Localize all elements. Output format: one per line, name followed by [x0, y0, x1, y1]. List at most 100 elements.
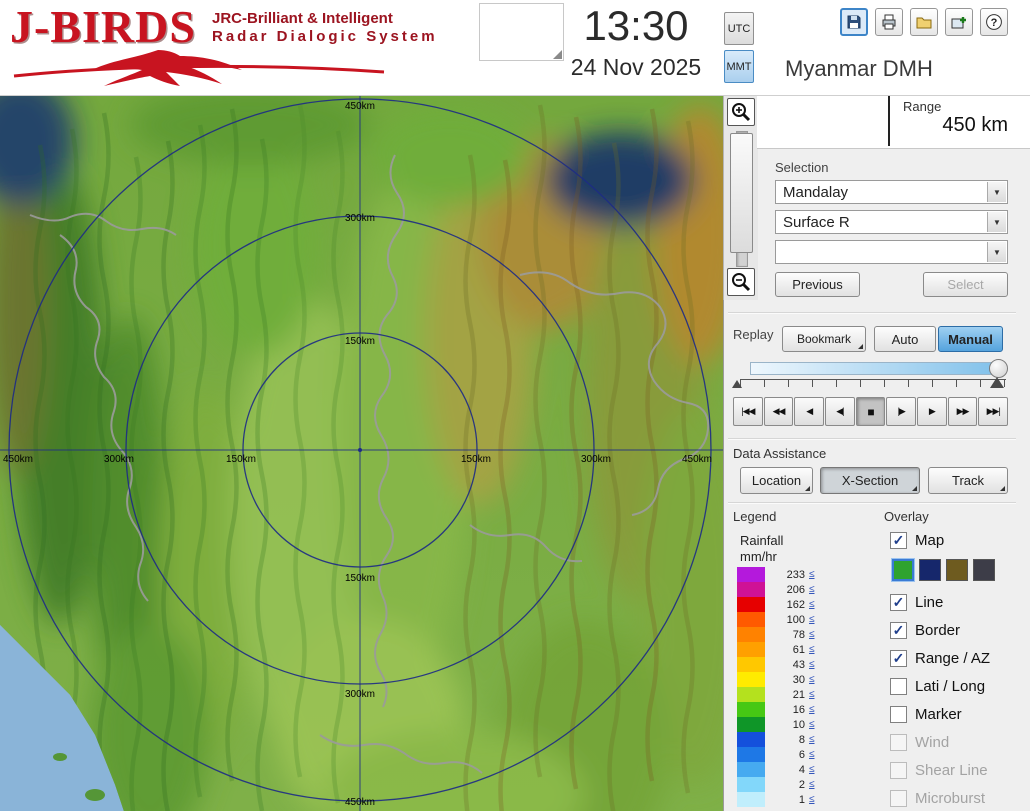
- map-style-swatches: [892, 559, 1030, 583]
- legend-color-swatch: [737, 627, 765, 642]
- legend-value: 10: [792, 718, 805, 731]
- legend-operator: ≤: [809, 614, 815, 625]
- map-style-swatch-3[interactable]: [973, 559, 995, 581]
- checkbox[interactable]: [890, 677, 907, 695]
- replay-timeline-ruler: [740, 379, 1006, 387]
- overlay-item-range-az[interactable]: ✓ Range / AZ: [890, 649, 1030, 667]
- check-icon: ✓: [892, 594, 905, 610]
- map-style-swatch-1[interactable]: [919, 559, 941, 581]
- save-button[interactable]: [840, 8, 868, 36]
- overlay-item-shear-line[interactable]: Shear Line: [890, 761, 1030, 779]
- replay-label: Replay: [733, 327, 774, 342]
- legend-operator: ≤: [809, 719, 815, 730]
- legend-value: 1: [798, 793, 805, 806]
- timezone-mmt-button[interactable]: MMT: [724, 50, 754, 83]
- zoom-in-button[interactable]: [727, 98, 755, 126]
- legend-color-swatch: [737, 642, 765, 657]
- timeline-position-marker[interactable]: [990, 377, 1004, 388]
- island: [53, 753, 67, 761]
- site-dropdown[interactable]: Mandalay ▼: [775, 180, 1008, 204]
- playback-skip-to-end-button[interactable]: ▶▶|: [978, 397, 1009, 426]
- map-distance-label: 450km: [345, 797, 375, 808]
- replay-timeline-thumb[interactable]: [989, 359, 1008, 378]
- playback-controls: |◀◀ ◀◀ ◀ ◀| ■ |▶ ▶ ▶▶ ▶▶|: [733, 397, 1009, 426]
- option-dropdown[interactable]: ▼: [775, 240, 1008, 264]
- zoom-out-button[interactable]: [727, 268, 755, 296]
- overlay-item-label: Line: [915, 593, 944, 611]
- map-style-swatch-0[interactable]: [892, 559, 914, 581]
- legend-operator: ≤: [809, 734, 815, 745]
- overlay-item-map[interactable]: ✓ Map: [890, 531, 1030, 549]
- overlay-item-label: Map: [915, 531, 945, 549]
- map-style-swatch-2[interactable]: [946, 559, 968, 581]
- legend-color-swatch: [737, 597, 765, 612]
- playback-fast-forward-button[interactable]: ▶▶: [947, 397, 978, 426]
- overlay-item-label: Shear Line: [915, 761, 988, 779]
- location-button[interactable]: Location: [740, 467, 813, 494]
- overlay-item-line[interactable]: ✓ Line: [890, 593, 1030, 611]
- checkbox[interactable]: ✓: [890, 649, 907, 667]
- checkbox[interactable]: [890, 761, 907, 779]
- playback-play-reverse-button[interactable]: ◀: [794, 397, 825, 426]
- save-icon: [847, 15, 861, 29]
- chevron-down-icon[interactable]: ▼: [987, 212, 1006, 232]
- playback-step-back-button[interactable]: ◀|: [825, 397, 855, 426]
- open-folder-icon: [916, 17, 932, 29]
- help-button[interactable]: ?: [980, 8, 1008, 36]
- legend-operator: ≤: [809, 779, 815, 790]
- overlay-item-border[interactable]: ✓ Border: [890, 621, 1030, 639]
- eagle-logo-icon: [13, 50, 385, 86]
- legend-value: 206: [786, 583, 805, 596]
- overlay-item-lati-long[interactable]: Lati / Long: [890, 677, 1030, 695]
- legend-color-swatch: [737, 567, 765, 582]
- legend-entry: 1 ≤: [737, 792, 847, 807]
- playback-skip-to-start-button[interactable]: |◀◀: [733, 397, 763, 426]
- print-button[interactable]: [875, 8, 903, 36]
- auto-button[interactable]: Auto: [874, 326, 936, 352]
- checkbox[interactable]: ✓: [890, 593, 907, 611]
- playback-stop-button[interactable]: ■: [855, 397, 886, 426]
- checkbox[interactable]: [890, 789, 907, 807]
- legend-value: 100: [786, 613, 805, 626]
- playback-step-forward-button[interactable]: |▶: [886, 397, 917, 426]
- step-forward-icon: |▶: [897, 406, 906, 416]
- product-dropdown[interactable]: Surface R ▼: [775, 210, 1008, 234]
- overlay-item-label: Lati / Long: [915, 677, 986, 695]
- overlay-item-microburst[interactable]: Microburst: [890, 789, 1030, 807]
- checkbox[interactable]: ✓: [890, 531, 907, 549]
- legend-color-swatch: [737, 717, 765, 732]
- legend-color-swatch: [737, 792, 765, 807]
- legend-entry: 2 ≤: [737, 777, 847, 792]
- radar-map[interactable]: 450km 300km 150km 150km 300km 450km 450km 300km…: [0, 75, 750, 811]
- timezone-utc-button[interactable]: UTC: [724, 12, 754, 45]
- export-button[interactable]: [945, 8, 973, 36]
- select-button[interactable]: Select: [923, 272, 1008, 297]
- x-section-button[interactable]: X-Section: [820, 467, 920, 494]
- open-folder-button[interactable]: [910, 8, 938, 36]
- bookmark-button[interactable]: Bookmark: [782, 326, 866, 352]
- location-button-label: Location: [751, 473, 802, 488]
- checkbox[interactable]: ✓: [890, 621, 907, 639]
- manual-button[interactable]: Manual: [938, 326, 1003, 352]
- replay-timeline-track[interactable]: [750, 362, 1004, 375]
- map-distance-label: 150km: [226, 454, 256, 465]
- overlay-item-wind[interactable]: Wind: [890, 733, 1030, 751]
- zoom-slider-thumb[interactable]: [730, 133, 753, 253]
- playback-play-forward-button[interactable]: ▶: [917, 397, 947, 426]
- legend-value: 233: [786, 568, 805, 581]
- legend-operator: ≤: [809, 599, 815, 610]
- legend-color-swatch: [737, 687, 765, 702]
- legend-color-swatch: [737, 702, 765, 717]
- checkbox[interactable]: [890, 733, 907, 751]
- track-button[interactable]: Track: [928, 467, 1008, 494]
- play-reverse-icon: ◀: [806, 406, 813, 416]
- chevron-down-icon[interactable]: ▼: [987, 242, 1006, 262]
- legend-value: 2: [798, 778, 805, 791]
- checkbox[interactable]: [890, 705, 907, 723]
- previous-button[interactable]: Previous: [775, 272, 860, 297]
- overlay-item-marker[interactable]: Marker: [890, 705, 1030, 723]
- help-icon: ?: [986, 14, 1002, 30]
- chevron-down-icon[interactable]: ▼: [987, 182, 1006, 202]
- zoom-out-icon: [732, 273, 751, 292]
- playback-fast-rewind-button[interactable]: ◀◀: [763, 397, 794, 426]
